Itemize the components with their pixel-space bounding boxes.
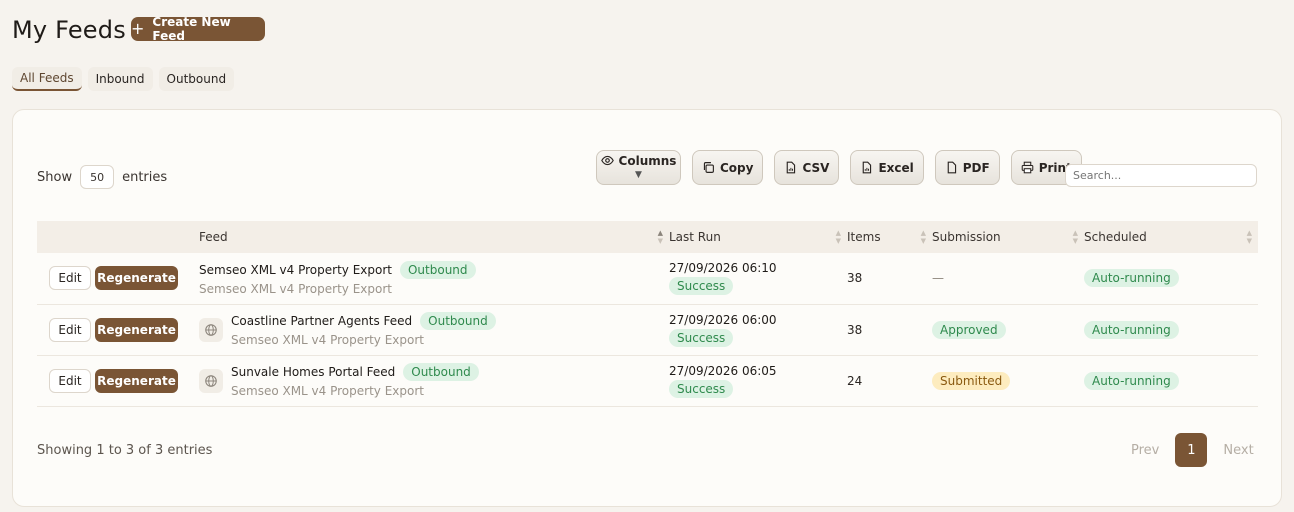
- page-title: My Feeds: [12, 16, 126, 44]
- submission-status: —: [932, 271, 944, 286]
- tab-inbound[interactable]: Inbound: [87, 67, 153, 91]
- edit-button[interactable]: Edit: [49, 317, 91, 342]
- feed-name[interactable]: Coastline Partner Agents Feed: [231, 314, 412, 328]
- copy-button[interactable]: Copy: [692, 150, 764, 185]
- entries-label: entries: [122, 169, 168, 185]
- sort-icon: ▲ ▼: [657, 229, 663, 245]
- next-page-button[interactable]: Next: [1211, 443, 1265, 458]
- sort-icon: ▲ ▼: [835, 229, 841, 245]
- items-count: 38: [847, 271, 863, 286]
- last-run-status-badge: Success: [669, 277, 734, 296]
- last-run-status-badge: Success: [669, 379, 734, 398]
- eye-icon: [600, 155, 614, 166]
- excel-label: Excel: [878, 160, 914, 175]
- submission-status-badge: Submitted: [932, 371, 1011, 390]
- excel-file-icon: [863, 161, 872, 174]
- csv-label: CSV: [802, 160, 830, 175]
- search-input[interactable]: [1065, 164, 1257, 187]
- feeds-table: Feed ▲ ▼ Last Run ▲ ▼ Items ▲ ▼ Submission ▲ ▼ S…: [37, 221, 1258, 407]
- items-column-header[interactable]: Items ▲ ▼: [847, 221, 932, 253]
- direction-badge: Outbound: [420, 312, 496, 330]
- printer-icon: [1021, 161, 1034, 174]
- feed-tabs: All Feeds Inbound Outbound: [12, 67, 235, 91]
- globe-icon: [199, 368, 223, 393]
- showing-entries-info: Showing 1 to 3 of 3 entries: [37, 443, 213, 458]
- show-entries: Show 50 entries: [37, 165, 167, 189]
- show-label: Show: [37, 169, 73, 185]
- last-run-date: 27/09/2026 06:10: [669, 261, 777, 276]
- pdf-button[interactable]: PDF: [934, 150, 1000, 185]
- direction-badge: Outbound: [399, 260, 476, 279]
- last-run-column-header[interactable]: Last Run ▲ ▼: [669, 221, 847, 253]
- prev-page-button[interactable]: Prev: [1119, 443, 1171, 458]
- create-new-feed-button[interactable]: + Create New Feed: [131, 15, 265, 43]
- csv-file-icon: [787, 161, 796, 174]
- submission-column-header[interactable]: Submission ▲ ▼: [932, 221, 1084, 253]
- regenerate-button[interactable]: Regenerate: [95, 266, 178, 291]
- feed-name[interactable]: Semseo XML v4 Property Export: [199, 263, 392, 277]
- scheduled-badge: Auto-running: [1084, 371, 1179, 390]
- items-count: 38: [847, 322, 863, 337]
- sort-icon: ▲ ▼: [1072, 229, 1078, 245]
- table-header-row: Feed ▲ ▼ Last Run ▲ ▼ Items ▲ ▼ Submission ▲ ▼ S…: [37, 221, 1258, 253]
- feed-format: Semseo XML v4 Property Export: [231, 333, 424, 347]
- columns-button[interactable]: Columns ▼: [596, 150, 681, 185]
- entries-select[interactable]: 50: [80, 165, 115, 189]
- table-row: Edit Regenerate Coastline Partner Agents…: [37, 304, 1258, 355]
- pagination: Prev 1 Next: [1119, 433, 1266, 467]
- copy-label: Copy: [720, 160, 754, 175]
- last-run-date: 27/09/2026 06:00: [669, 312, 777, 327]
- regenerate-button[interactable]: Regenerate: [95, 368, 178, 393]
- items-count: 24: [847, 373, 863, 388]
- last-run-date: 27/09/2026 06:05: [669, 363, 777, 378]
- excel-button[interactable]: Excel: [850, 150, 924, 185]
- caret-down-icon: ▼: [635, 169, 642, 180]
- tab-outbound[interactable]: Outbound: [158, 67, 235, 91]
- csv-button[interactable]: CSV: [774, 150, 840, 185]
- actions-header: [37, 221, 199, 253]
- table-row: Edit Regenerate Sunvale Homes Portal Fee…: [37, 355, 1258, 406]
- plus-icon: +: [131, 19, 145, 38]
- feed-name[interactable]: Sunvale Homes Portal Feed: [231, 365, 395, 379]
- copy-icon: [703, 162, 714, 173]
- page-1-button[interactable]: 1: [1175, 433, 1208, 467]
- submission-status-badge: Approved: [932, 320, 1006, 339]
- feed-column-header[interactable]: Feed ▲ ▼: [199, 221, 669, 253]
- pdf-label: PDF: [962, 160, 990, 175]
- columns-label: Columns: [618, 153, 677, 168]
- table-row: Edit Regenerate Semseo XML v4 Property E…: [37, 253, 1258, 304]
- sort-icon: ▲ ▼: [1246, 229, 1252, 245]
- scheduled-badge: Auto-running: [1084, 269, 1179, 288]
- feed-format: Semseo XML v4 Property Export: [199, 281, 392, 296]
- regenerate-button[interactable]: Regenerate: [95, 317, 178, 342]
- globe-icon: [199, 317, 223, 342]
- scheduled-column-header[interactable]: Scheduled ▲ ▼: [1084, 221, 1258, 253]
- edit-button[interactable]: Edit: [49, 368, 91, 393]
- feed-format: Semseo XML v4 Property Export: [231, 384, 424, 398]
- tab-all-feeds[interactable]: All Feeds: [12, 67, 82, 91]
- create-new-feed-label: Create New Feed: [152, 15, 231, 43]
- edit-button[interactable]: Edit: [49, 266, 91, 291]
- scheduled-badge: Auto-running: [1084, 320, 1179, 339]
- feeds-card: Show 50 entries Columns ▼ Copy CSV Excel…: [12, 109, 1282, 507]
- sort-icon: ▲ ▼: [920, 229, 926, 245]
- export-toolbar: Columns ▼ Copy CSV Excel PDF Print: [596, 150, 1082, 185]
- pdf-file-icon: [947, 161, 956, 174]
- last-run-status-badge: Success: [669, 328, 734, 347]
- direction-badge: Outbound: [403, 363, 479, 381]
